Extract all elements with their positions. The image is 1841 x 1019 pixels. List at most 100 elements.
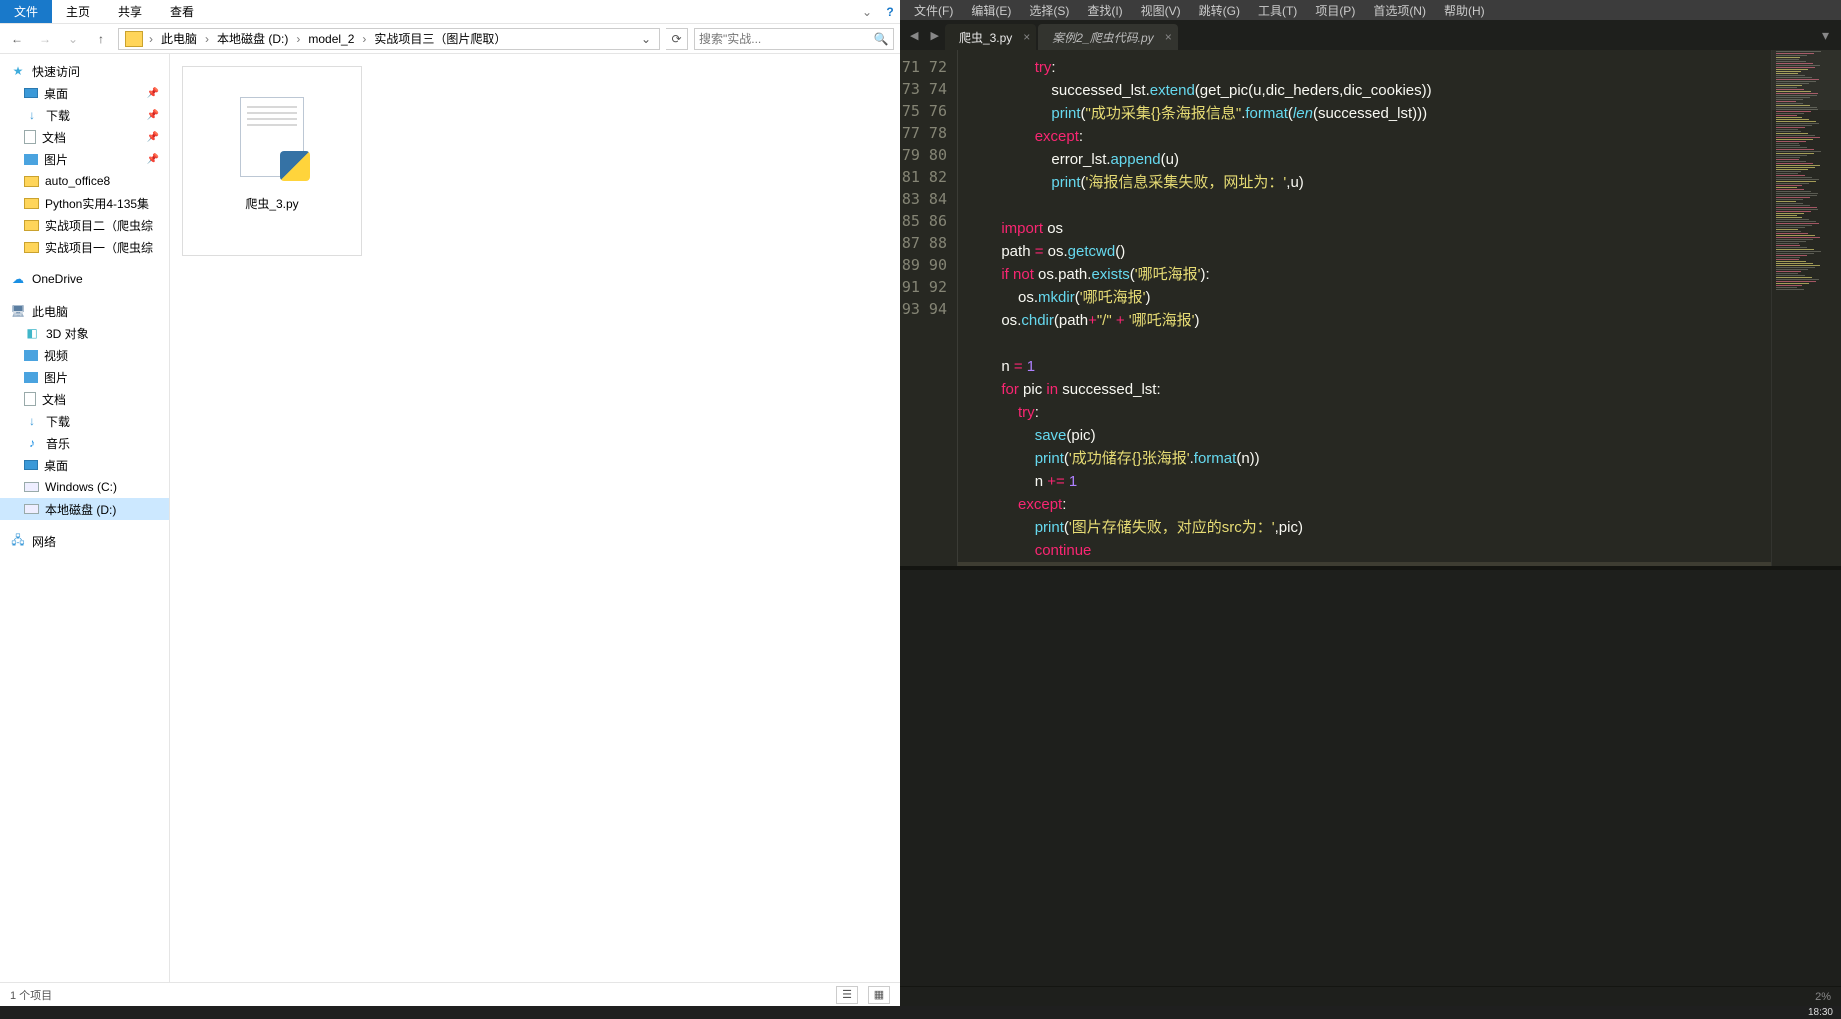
tab-label: 爬虫_3.py: [959, 29, 1012, 46]
nav-up-button[interactable]: ↑: [90, 28, 112, 50]
tree-pictures[interactable]: 图片📌: [0, 148, 169, 170]
pc-icon: 🖥: [10, 303, 26, 319]
menu-tools[interactable]: 工具(T): [1250, 0, 1305, 20]
onedrive-icon: ☁: [10, 271, 26, 287]
video-icon: [24, 350, 38, 361]
pin-icon: 📌: [147, 110, 159, 121]
picture-icon: [24, 372, 38, 383]
tree-auto-office[interactable]: auto_office8: [0, 170, 169, 192]
tab-nav-right[interactable]: ▶: [924, 29, 944, 42]
status-percent: 2%: [1815, 991, 1831, 1003]
crumb-d-drive[interactable]: 本地磁盘 (D:): [211, 29, 294, 49]
address-bar-row: ← → ⌄ ↑ › 此电脑 › 本地磁盘 (D:) › model_2 › 实战…: [0, 24, 900, 54]
cube-icon: ◧: [24, 325, 40, 341]
refresh-button[interactable]: ⟳: [666, 28, 688, 50]
tree-downloads2[interactable]: ↓下载: [0, 410, 169, 432]
folder-icon: [24, 242, 39, 253]
crumb-current[interactable]: 实战项目三（图片爬取）: [368, 29, 512, 49]
file-item[interactable]: 爬虫_3.py: [182, 66, 362, 256]
tab-other[interactable]: 案例2_爬虫代码.py ×: [1038, 24, 1177, 50]
tab-active[interactable]: 爬虫_3.py ×: [945, 24, 1036, 50]
pin-icon: 📌: [147, 154, 159, 165]
ribbon-expand[interactable]: ⌄: [854, 0, 880, 23]
menu-file[interactable]: 文件(F): [906, 0, 961, 20]
line-gutter[interactable]: 71 72 73 74 75 76 77 78 79 80 81 82 83 8…: [900, 50, 958, 566]
tree-desktop[interactable]: 桌面📌: [0, 82, 169, 104]
folder-icon: [24, 220, 39, 231]
menu-find[interactable]: 查找(I): [1079, 0, 1130, 20]
ribbon-tab-share[interactable]: 共享: [104, 0, 156, 23]
tree-proj1[interactable]: 实战项目一（爬虫综: [0, 236, 169, 258]
nav-recent-button[interactable]: ⌄: [62, 28, 84, 50]
file-name-label: 爬虫_3.py: [245, 195, 298, 212]
minimap[interactable]: [1771, 50, 1841, 566]
menu-help[interactable]: 帮助(H): [1436, 0, 1493, 20]
music-icon: ♪: [24, 435, 40, 451]
document-icon: [24, 130, 36, 144]
drive-icon: [24, 504, 39, 514]
tree-downloads[interactable]: ↓下载📌: [0, 104, 169, 126]
tab-nav-left[interactable]: ◀: [904, 29, 924, 42]
item-count: 1 个项目: [10, 987, 52, 1003]
close-icon[interactable]: ×: [1023, 30, 1030, 44]
tree-network[interactable]: 🖧网络: [0, 530, 169, 552]
tree-videos[interactable]: 视频: [0, 344, 169, 366]
nav-tree[interactable]: ★快速访问 桌面📌 ↓下载📌 文档📌 图片📌 auto_office8 Pyth…: [0, 54, 170, 982]
nav-forward-button[interactable]: →: [34, 28, 56, 50]
pin-icon: 📌: [147, 132, 159, 143]
menu-goto[interactable]: 跳转(G): [1191, 0, 1248, 20]
ribbon-tab-file[interactable]: 文件: [0, 0, 52, 23]
tree-onedrive[interactable]: ☁OneDrive: [0, 268, 169, 290]
code-area[interactable]: try: successed_lst.extend(get_pic(u,dic_…: [958, 50, 1771, 566]
desktop-icon: [24, 88, 38, 98]
tree-quick-access[interactable]: ★快速访问: [0, 60, 169, 82]
tree-documents2[interactable]: 文档: [0, 388, 169, 410]
tab-label: 案例2_爬虫代码.py: [1052, 29, 1153, 46]
explorer-status-bar: 1 个项目 ☰ ▦: [0, 982, 900, 1006]
close-icon[interactable]: ×: [1165, 30, 1172, 44]
pin-icon: 📌: [147, 88, 159, 99]
menu-prefs[interactable]: 首选项(N): [1365, 0, 1434, 20]
address-dropdown[interactable]: ⌄: [635, 32, 657, 46]
tree-pictures2[interactable]: 图片: [0, 366, 169, 388]
desktop-icon: [24, 460, 38, 470]
menu-select[interactable]: 选择(S): [1021, 0, 1077, 20]
crumb-model2[interactable]: model_2: [302, 29, 360, 49]
tree-documents[interactable]: 文档📌: [0, 126, 169, 148]
tree-music[interactable]: ♪音乐: [0, 432, 169, 454]
download-icon: ↓: [24, 107, 40, 123]
search-box[interactable]: 搜索"实战... 🔍: [694, 28, 894, 50]
help-icon[interactable]: ?: [880, 0, 900, 23]
ribbon-tab-home[interactable]: 主页: [52, 0, 104, 23]
tree-proj2[interactable]: 实战项目二（爬虫综: [0, 214, 169, 236]
menu-edit[interactable]: 编辑(E): [963, 0, 1019, 20]
editor-console[interactable]: [900, 566, 1841, 986]
drive-icon: [24, 482, 39, 492]
folder-icon: [24, 198, 39, 209]
tree-python-practical[interactable]: Python实用4-135集: [0, 192, 169, 214]
view-details-button[interactable]: ☰: [836, 986, 858, 1004]
star-icon: ★: [10, 63, 26, 79]
tree-c-drive[interactable]: Windows (C:): [0, 476, 169, 498]
crumb-thispc[interactable]: 此电脑: [155, 29, 203, 49]
explorer-ribbon: 文件 主页 共享 查看 ⌄ ?: [0, 0, 900, 24]
download-icon: ↓: [24, 413, 40, 429]
tree-thispc[interactable]: 🖥此电脑: [0, 300, 169, 322]
folder-icon: [125, 31, 143, 47]
tree-3d[interactable]: ◧3D 对象: [0, 322, 169, 344]
address-bar[interactable]: › 此电脑 › 本地磁盘 (D:) › model_2 › 实战项目三（图片爬取…: [118, 28, 660, 50]
tree-desktop2[interactable]: 桌面: [0, 454, 169, 476]
view-icons-button[interactable]: ▦: [868, 986, 890, 1004]
clock[interactable]: 18:30: [1808, 1007, 1833, 1018]
nav-back-button[interactable]: ←: [6, 28, 28, 50]
taskbar[interactable]: 18:30: [0, 1006, 1841, 1019]
tree-d-drive[interactable]: 本地磁盘 (D:): [0, 498, 169, 520]
ribbon-tab-view[interactable]: 查看: [156, 0, 208, 23]
tab-overflow-button[interactable]: ▾: [1810, 27, 1841, 44]
menu-view[interactable]: 视图(V): [1133, 0, 1189, 20]
python-file-icon: [240, 97, 304, 177]
search-placeholder: 搜索"实战...: [699, 30, 761, 47]
folder-icon: [24, 176, 39, 187]
menu-project[interactable]: 项目(P): [1307, 0, 1363, 20]
file-list[interactable]: 爬虫_3.py: [170, 54, 900, 982]
